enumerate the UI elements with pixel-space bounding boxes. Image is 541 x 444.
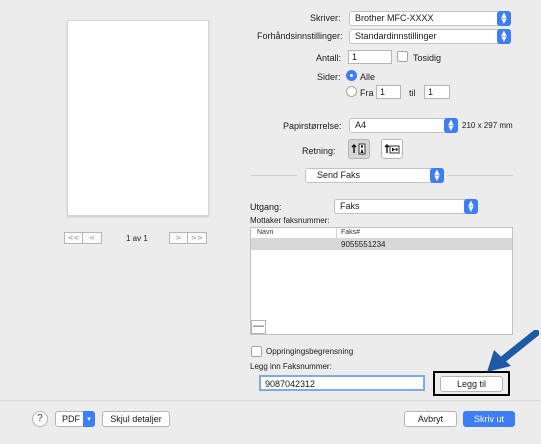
paper-size-select[interactable]: A4 ▲ ▼: [349, 118, 458, 133]
orientation-label: Retning:: [302, 146, 336, 156]
column-separator: [336, 228, 337, 239]
pager-left-group: << <: [64, 232, 102, 244]
updown-arrows-icon: ▲ ▼: [497, 11, 511, 26]
pdf-menu-button[interactable]: PDF ▾: [55, 411, 95, 427]
remove-recipient-button[interactable]: —: [251, 320, 266, 334]
pages-from-label: Fra: [360, 88, 374, 98]
fax-input-label: Legg inn Faksnummer:: [250, 362, 332, 371]
portrait-orientation-icon: [351, 143, 366, 155]
hide-details-button[interactable]: Skjul detaljer: [102, 411, 170, 427]
pages-to-label: til: [409, 88, 416, 98]
paper-size-label: Papirstørrelse:: [283, 121, 342, 131]
last-page-button[interactable]: >>: [188, 232, 207, 244]
page-indicator: 1 av 1: [126, 234, 148, 243]
column-header-fax[interactable]: Faks#: [341, 229, 360, 236]
updown-arrows-icon: ▲ ▼: [430, 168, 444, 183]
presets-select[interactable]: Standardinnstillinger ▲ ▼: [349, 29, 511, 44]
output-select[interactable]: Faks ▲ ▼: [334, 199, 478, 214]
pages-all-label: Alle: [360, 72, 376, 82]
presets-label: Forhåndsinnstillinger:: [257, 31, 343, 41]
prev-page-button[interactable]: <: [83, 232, 102, 244]
table-row[interactable]: 9055551234: [251, 239, 512, 250]
orientation-landscape-button[interactable]: [381, 139, 403, 159]
section-divider-right: [448, 175, 513, 176]
updown-arrows-icon: ▲ ▼: [444, 118, 458, 133]
column-header-name[interactable]: Navn: [257, 229, 273, 236]
paper-size-value: A4: [355, 120, 367, 130]
output-value: Faks: [340, 201, 360, 211]
section-select[interactable]: Send Faks ▲ ▼: [305, 168, 444, 183]
output-label: Utgang:: [250, 202, 282, 212]
duplex-label: Tosidig: [413, 53, 442, 63]
table-header: Navn Faks#: [251, 228, 512, 239]
section-divider-left: [250, 175, 297, 176]
table-cell-fax: 9055551234: [341, 240, 386, 249]
pages-range-radio[interactable]: [346, 86, 357, 97]
orientation-portrait-button[interactable]: [348, 139, 370, 159]
pdf-label: PDF: [62, 414, 80, 424]
dial-limit-checkbox[interactable]: [251, 346, 262, 357]
pages-to-field[interactable]: 1: [424, 85, 450, 99]
help-button[interactable]: ?: [32, 411, 48, 427]
footer-divider: [0, 400, 541, 401]
updown-arrows-icon: ▲ ▼: [464, 199, 478, 214]
copies-field[interactable]: 1: [348, 50, 392, 64]
next-page-button[interactable]: >: [169, 232, 188, 244]
copies-label: Antall:: [316, 53, 342, 63]
printer-label: Skriver:: [310, 13, 341, 23]
recipients-label: Mottaker faksnummer:: [250, 216, 330, 225]
print-dialog: << < 1 av 1 > >> Skriver: Brother MFC-XX…: [0, 0, 541, 444]
pages-from-field[interactable]: 1: [376, 85, 401, 99]
callout-arrow-icon: [487, 330, 539, 372]
pager-right-group: > >>: [169, 232, 207, 244]
recipients-table[interactable]: Navn Faks# 9055551234: [250, 227, 513, 335]
pages-label: Sider:: [317, 72, 341, 82]
pages-all-radio[interactable]: [346, 70, 357, 81]
presets-value: Standardinnstillinger: [355, 31, 437, 41]
printer-value: Brother MFC-XXXX: [355, 13, 434, 23]
fax-number-input[interactable]: 9087042312: [259, 375, 425, 391]
landscape-orientation-icon: [384, 144, 400, 154]
duplex-checkbox[interactable]: [397, 51, 408, 62]
printer-select[interactable]: Brother MFC-XXXX ▲ ▼: [349, 11, 511, 26]
chevron-down-icon: ▾: [83, 411, 95, 427]
page-preview: [67, 20, 209, 216]
cancel-button[interactable]: Avbryt: [404, 411, 457, 427]
first-page-button[interactable]: <<: [64, 232, 83, 244]
updown-arrows-icon: ▲ ▼: [497, 29, 511, 44]
dial-limit-label: Oppringingsbegrensning: [266, 347, 354, 356]
paper-dimensions: 210 x 297 mm: [462, 121, 513, 130]
section-value: Send Faks: [317, 170, 361, 180]
print-button[interactable]: Skriv ut: [463, 411, 515, 427]
